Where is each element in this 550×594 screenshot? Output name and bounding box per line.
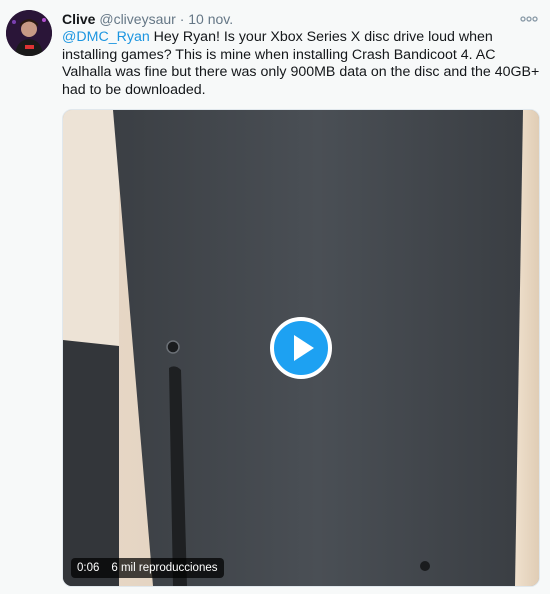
separator-dot: ·: [179, 11, 185, 27]
author-handle[interactable]: @cliveysaur: [99, 11, 175, 27]
video-elapsed-time: 0:06: [71, 558, 106, 578]
video-info-overlay: 0:06 6 mil reproducciones: [71, 558, 224, 578]
video-view-count: 6 mil reproducciones: [105, 558, 224, 578]
play-icon: [270, 317, 332, 379]
tweet-header: Clive @cliveysaur · 10 nov.: [62, 10, 233, 28]
play-button[interactable]: [270, 317, 332, 379]
avatar[interactable]: [6, 10, 52, 56]
more-options-icon[interactable]: [520, 12, 538, 24]
avatar-image: [6, 10, 52, 56]
tweet[interactable]: Clive @cliveysaur · 10 nov. @DMC_Ryan He…: [0, 0, 550, 594]
author-name[interactable]: Clive: [62, 11, 95, 27]
tweet-text: @DMC_Ryan Hey Ryan! Is your Xbox Series …: [62, 29, 542, 99]
mention-link[interactable]: @DMC_Ryan: [62, 29, 150, 45]
tweet-date[interactable]: 10 nov.: [188, 11, 233, 27]
video-player[interactable]: 0:06 6 mil reproducciones: [62, 109, 540, 587]
